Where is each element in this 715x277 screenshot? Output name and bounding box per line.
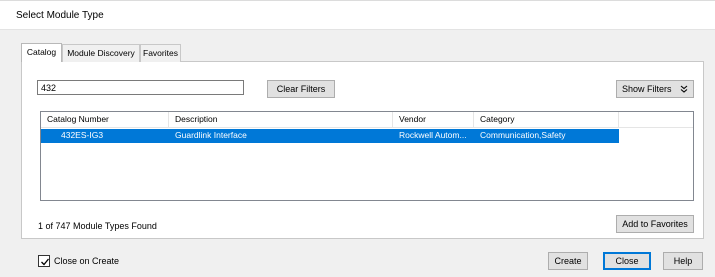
select-module-type-dialog: Select Module Type Catalog Module Discov… (0, 0, 715, 277)
column-header-category-label: Category (480, 114, 515, 124)
title-bar: Select Module Type (0, 0, 715, 30)
create-button[interactable]: Create (548, 252, 588, 270)
column-header-category[interactable]: Category (474, 112, 619, 128)
close-on-create-label[interactable]: Close on Create (54, 256, 119, 266)
close-button[interactable]: Close (603, 252, 651, 270)
cell-catalog-number: 432ES-IG3 (61, 130, 104, 140)
table-row[interactable]: 432ES-IG3 Guardlink Interface Rockwell A… (41, 129, 619, 143)
column-header-catalog-number-label: Catalog Number (47, 114, 109, 124)
help-label: Help (673, 256, 693, 266)
column-header-description-label: Description (175, 114, 218, 124)
column-header-description[interactable]: Description (169, 112, 393, 128)
add-to-favorites-button[interactable]: Add to Favorites (616, 215, 694, 233)
close-label: Close (615, 256, 639, 266)
checkmark-icon (41, 258, 50, 266)
create-label: Create (554, 256, 582, 266)
top-border (0, 0, 715, 1)
column-header-vendor[interactable]: Vendor (393, 112, 474, 128)
double-chevron-down-icon (680, 82, 688, 98)
cell-vendor: Rockwell Autom... (399, 130, 467, 140)
tab-favorites-label: Favorites (143, 48, 178, 58)
window-title: Select Module Type (16, 10, 104, 21)
add-to-favorites-label: Add to Favorites (622, 219, 688, 229)
tab-catalog-label: Catalog (26, 47, 57, 57)
cell-category: Communication,Safety (480, 130, 566, 140)
tab-favorites[interactable]: Favorites (140, 44, 181, 62)
column-header-filler (619, 112, 693, 128)
close-on-create-checkbox[interactable] (38, 255, 50, 267)
tab-module-discovery-label: Module Discovery (67, 48, 135, 58)
show-filters-label: Show Filters (621, 84, 672, 94)
module-types-grid[interactable]: Catalog Number Description Vendor Catego… (40, 111, 694, 201)
help-button[interactable]: Help (663, 252, 703, 270)
clear-filters-button[interactable]: Clear Filters (267, 80, 335, 98)
show-filters-button[interactable]: Show Filters (616, 80, 694, 98)
column-header-catalog-number[interactable]: Catalog Number (41, 112, 169, 128)
grid-header: Catalog Number Description Vendor Catego… (41, 112, 693, 128)
column-header-vendor-label: Vendor (399, 114, 426, 124)
cell-description: Guardlink Interface (175, 130, 247, 140)
clear-filters-label: Clear Filters (276, 84, 326, 94)
module-count-status: 1 of 747 Module Types Found (38, 221, 157, 231)
tab-module-discovery[interactable]: Module Discovery (62, 44, 140, 62)
search-input[interactable] (37, 80, 244, 95)
tab-catalog[interactable]: Catalog (21, 43, 62, 62)
